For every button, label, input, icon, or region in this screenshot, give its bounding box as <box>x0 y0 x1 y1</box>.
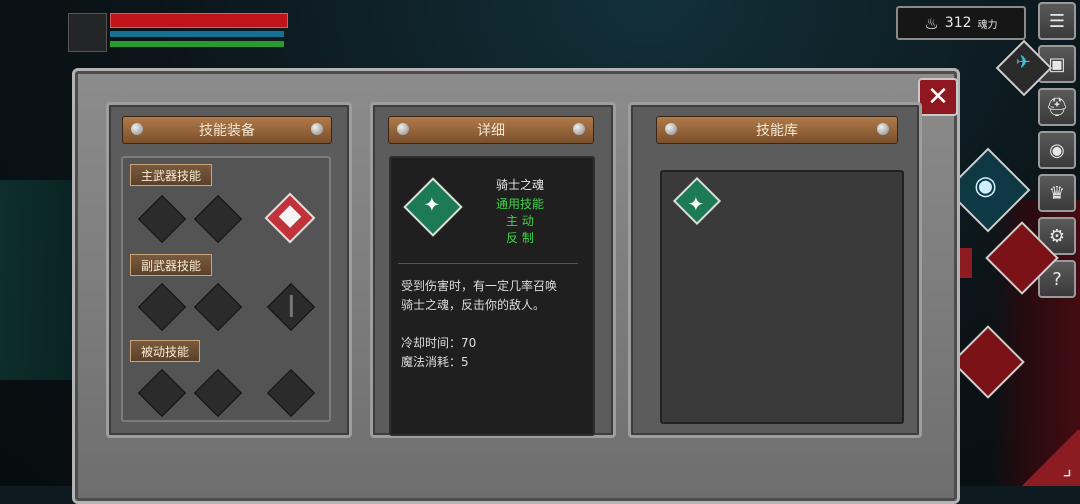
skill-description-line-1: 受到伤害时，有一定几率召唤 <box>401 279 558 293</box>
soul-count: 312 <box>944 15 972 31</box>
skill-description-line-2: 骑士之魂，反击你的敌人。 <box>401 298 546 312</box>
skill-mode: 主 动 <box>506 214 534 228</box>
helmet-icon: ⛑ <box>1045 96 1069 118</box>
question-icon: ? <box>1052 268 1062 290</box>
equip-title-text: 技能装备 <box>199 123 255 139</box>
menu-button[interactable]: ☰ <box>1038 2 1076 40</box>
list-icon: ☰ <box>1048 10 1066 32</box>
eye-icon: ◉ <box>974 171 997 202</box>
experience-bar <box>110 41 284 47</box>
detail-divider <box>398 263 578 264</box>
nail-icon <box>131 123 143 135</box>
nail-icon <box>877 123 889 135</box>
sub-weapon-skill-label: 副武器技能 <box>130 254 213 276</box>
soul-label: 魂力 <box>977 19 998 31</box>
nail-icon <box>311 123 323 135</box>
health-bar <box>110 13 288 28</box>
backpack-icon: ▣ <box>1048 53 1066 75</box>
skill-mana-cost: 魔法消耗：5 <box>401 355 469 369</box>
mana-bar <box>110 31 284 37</box>
crown-button[interactable]: ♛ <box>1038 174 1076 212</box>
flame-icon: ♨ <box>924 13 939 33</box>
detail-title-text: 详细 <box>477 123 505 139</box>
close-icon: ✕ <box>927 82 949 112</box>
nail-icon <box>397 123 409 135</box>
skill-tag: 反 制 <box>506 231 534 245</box>
detail-panel-title: 详细 <box>388 116 594 144</box>
skill-type: 通用技能 <box>496 197 545 211</box>
nail-icon <box>573 123 585 135</box>
library-title-text: 技能库 <box>756 123 798 139</box>
library-panel-title: 技能库 <box>656 116 898 144</box>
skill-cooldown: 冷却时间：70 <box>401 336 477 350</box>
gear-icon: ⚙ <box>1048 225 1066 247</box>
passive-skill-label: 被动技能 <box>130 340 201 362</box>
runner-icon: ✈ <box>1015 51 1031 73</box>
expand-icon: ⌟ <box>1062 456 1072 480</box>
soul-counter: ♨ 312 魂力 <box>896 6 1026 40</box>
expand-corner-button[interactable]: ⌟ <box>1020 430 1080 486</box>
equipment-button[interactable]: ⛑ <box>1038 88 1076 126</box>
main-weapon-skill-label: 主武器技能 <box>130 164 213 186</box>
equip-panel-title: 技能装备 <box>122 116 332 144</box>
nail-icon <box>665 123 677 135</box>
skill-name: 骑士之魂 <box>496 178 545 192</box>
crown-icon: ♛ <box>1048 182 1066 204</box>
dagger-icon <box>289 294 293 317</box>
player-avatar[interactable] <box>68 13 107 52</box>
emblem-button[interactable]: ◉ <box>1038 131 1076 169</box>
emblem-icon: ◉ <box>1049 139 1065 161</box>
close-button[interactable]: ✕ <box>918 78 958 116</box>
